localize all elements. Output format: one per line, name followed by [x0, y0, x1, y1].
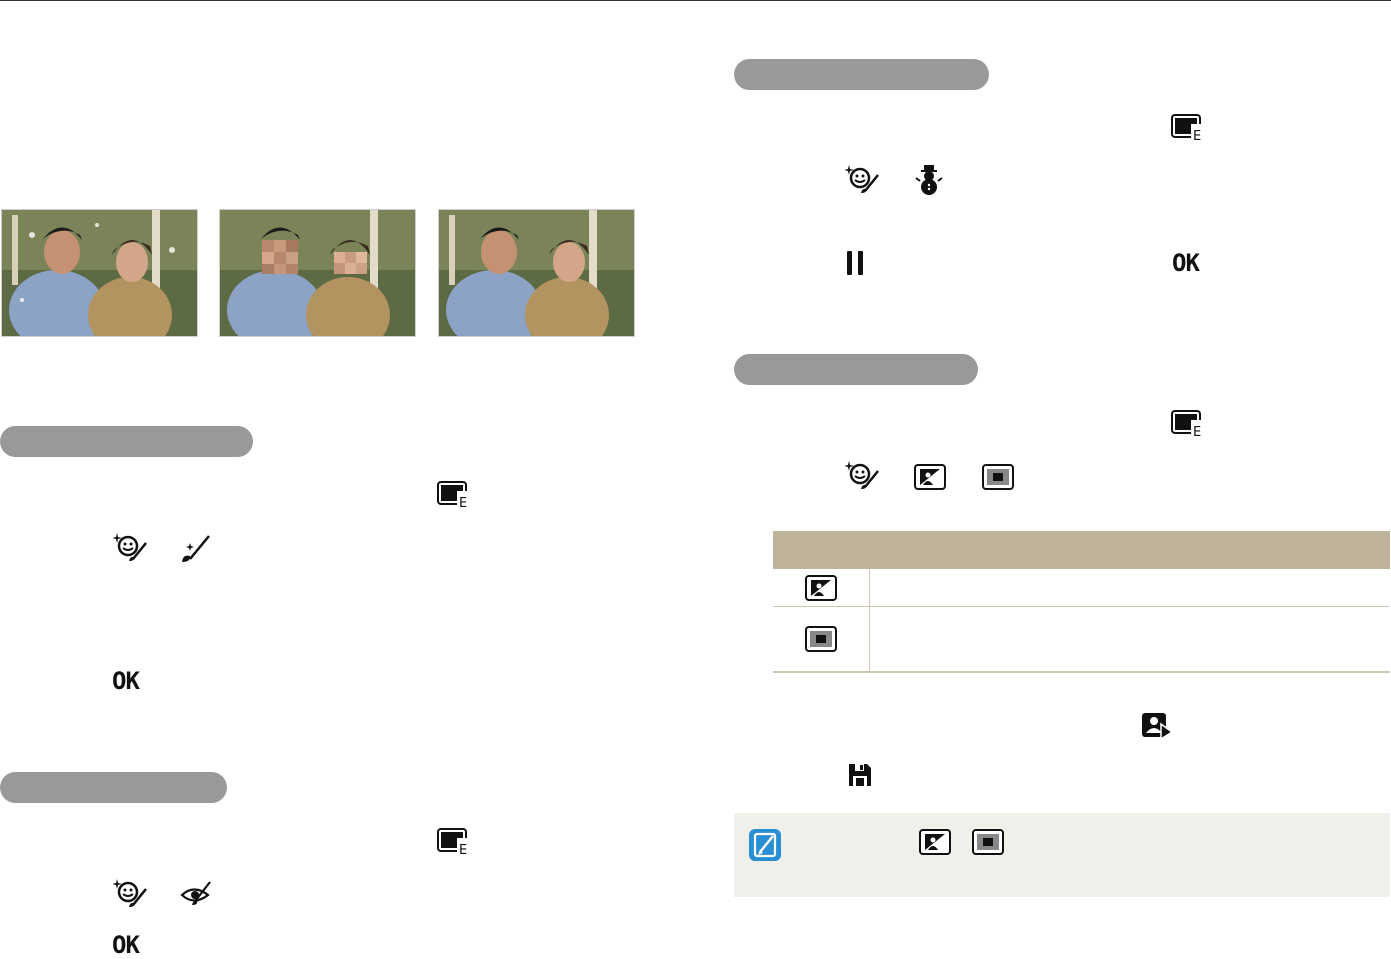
backlight-icon [914, 464, 946, 490]
brush-icon [182, 535, 210, 562]
table-header-icon [773, 531, 869, 569]
section-heading-4 [734, 354, 978, 385]
table-header-description [869, 531, 1390, 569]
photo-edit-icon: E [1171, 410, 1205, 438]
face-retouch-icon [113, 533, 147, 561]
person-play-icon [1142, 713, 1173, 740]
section-heading-2 [0, 772, 227, 803]
svg-text:E: E [1193, 425, 1201, 438]
section-heading-1 [0, 426, 253, 457]
pause-icon [847, 251, 863, 275]
note-icon [749, 829, 781, 861]
save-icon [849, 764, 871, 786]
center-frame-icon [982, 464, 1014, 490]
photo-edit-icon: E [1171, 114, 1205, 142]
table-row [773, 569, 1390, 607]
svg-text:E: E [459, 496, 467, 509]
sample-photo-clear [438, 209, 635, 337]
table-cell-icon [773, 606, 870, 673]
snowman-icon [915, 165, 943, 195]
ok-button-icon: OK [1172, 249, 1200, 277]
note-box [734, 813, 1390, 897]
backlight-icon [919, 829, 951, 855]
center-frame-icon [804, 626, 837, 652]
table-cell-icon [773, 569, 870, 607]
svg-text:E: E [459, 843, 467, 856]
section-heading-3 [734, 59, 989, 90]
ok-button-icon: OK [112, 667, 140, 695]
ok-button-icon: OK [112, 931, 140, 959]
table-cell-description [869, 569, 1390, 607]
face-retouch-icon [113, 879, 147, 907]
top-rule [0, 0, 1391, 1]
svg-text:E: E [1193, 129, 1201, 142]
table-cell-description [869, 606, 1390, 673]
sample-photo-mosaic [219, 209, 416, 337]
face-retouch-icon [845, 461, 879, 489]
sample-photo-sparkle [1, 209, 198, 337]
backlight-icon [804, 574, 837, 601]
center-frame-icon [972, 829, 1004, 855]
photo-edit-icon: E [437, 481, 471, 509]
red-eye-icon [180, 881, 211, 905]
table-row [773, 606, 1390, 673]
photo-edit-icon: E [437, 828, 471, 856]
face-retouch-icon [845, 165, 879, 193]
options-table [773, 531, 1390, 673]
